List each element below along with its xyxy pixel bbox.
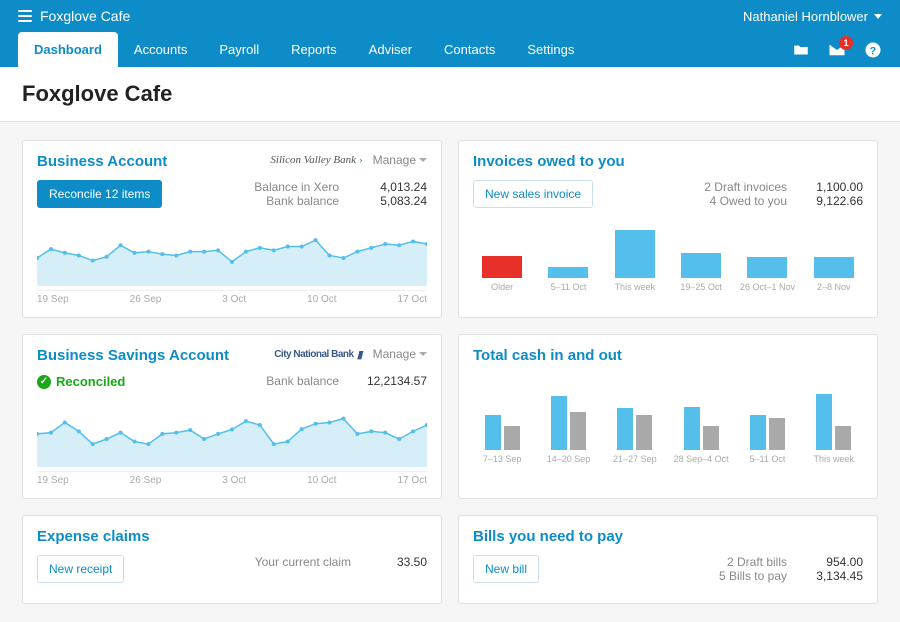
tab-settings[interactable]: Settings bbox=[511, 32, 590, 67]
new-sales-invoice-button[interactable]: New sales invoice bbox=[473, 180, 593, 208]
chart-x-axis: 19 Sep 26 Sep 3 Oct 10 Oct 17 Oct bbox=[37, 290, 427, 305]
org-switcher[interactable]: Foxglove Cafe bbox=[18, 8, 130, 24]
card-title-link[interactable]: Invoices owed to you bbox=[473, 153, 625, 170]
balances: Bank balance 12,2134.57 bbox=[266, 374, 427, 388]
manage-button[interactable]: Manage bbox=[373, 347, 427, 361]
account-sparkline-chart bbox=[37, 216, 427, 286]
bank-balance-value: 5,083.24 bbox=[357, 194, 427, 208]
bills-to-pay-label: 5 Bills to pay bbox=[719, 569, 787, 583]
folder-icon[interactable] bbox=[792, 41, 810, 59]
top-navigation: Foxglove Cafe Nathaniel Hornblower Dashb… bbox=[0, 0, 900, 67]
manage-button[interactable]: Manage bbox=[373, 153, 427, 167]
bill-stats: 2 Draft bills 954.00 5 Bills to pay 3,134.… bbox=[719, 555, 863, 583]
tab-adviser[interactable]: Adviser bbox=[353, 32, 428, 67]
bank-balance-label: Bank balance bbox=[266, 374, 339, 388]
bank-logo: Silicon Valley Bank› bbox=[270, 154, 362, 166]
new-receipt-button[interactable]: New receipt bbox=[37, 555, 124, 583]
reconcile-button[interactable]: Reconcile 12 items bbox=[37, 180, 162, 208]
chevron-down-icon bbox=[419, 352, 427, 356]
tab-accounts[interactable]: Accounts bbox=[118, 32, 203, 67]
primary-tabs: Dashboard Accounts Payroll Reports Advis… bbox=[18, 32, 590, 67]
card-title-link[interactable]: Business Account bbox=[37, 153, 167, 170]
card-savings-account: Business Savings Account City National B… bbox=[22, 334, 442, 499]
card-bills-to-pay: Bills you need to pay New bill 2 Draft b… bbox=[458, 515, 878, 604]
dashboard-grid: Business Account Silicon Valley Bank› Ma… bbox=[0, 122, 900, 622]
current-claim-value: 33.50 bbox=[367, 555, 427, 569]
tab-contacts[interactable]: Contacts bbox=[428, 32, 511, 67]
user-menu[interactable]: Nathaniel Hornblower bbox=[743, 9, 882, 24]
page-title-bar: Foxglove Cafe bbox=[0, 67, 900, 122]
owed-value: 9,122.66 bbox=[803, 194, 863, 208]
bank-balance-value: 12,2134.57 bbox=[357, 374, 427, 388]
tab-payroll[interactable]: Payroll bbox=[203, 32, 275, 67]
draft-bills-value: 954.00 bbox=[803, 555, 863, 569]
owed-label: 4 Owed to you bbox=[710, 194, 787, 208]
card-cash-in-out: Total cash in and out 7–13 Sep14–20 Sep2… bbox=[458, 334, 878, 499]
draft-invoices-value: 1,100.00 bbox=[803, 180, 863, 194]
help-icon[interactable]: ? bbox=[864, 41, 882, 59]
card-business-account: Business Account Silicon Valley Bank› Ma… bbox=[22, 140, 442, 318]
card-invoices-owed: Invoices owed to you New sales invoice 2… bbox=[458, 140, 878, 318]
bills-to-pay-value: 3,134.45 bbox=[803, 569, 863, 583]
card-title-link[interactable]: Total cash in and out bbox=[473, 347, 622, 364]
new-bill-button[interactable]: New bill bbox=[473, 555, 539, 583]
current-claim-label: Your current claim bbox=[255, 555, 351, 569]
reconciled-status: Reconciled bbox=[37, 374, 125, 389]
card-title-link[interactable]: Business Savings Account bbox=[37, 347, 229, 364]
tab-reports[interactable]: Reports bbox=[275, 32, 353, 67]
cashflow-bar-chart: 7–13 Sep14–20 Sep21–27 Sep28 Sep–4 Oct5–… bbox=[473, 374, 863, 464]
expense-stats: Your current claim 33.50 bbox=[255, 555, 427, 569]
savings-sparkline-chart bbox=[37, 397, 427, 467]
balances: Balance in Xero 4,013.24 Bank balance 5,08… bbox=[254, 180, 427, 208]
invoices-bar-chart: Older5–11 OctThis week19–25 Oct26 Oct–1 … bbox=[473, 216, 863, 292]
balance-xero-label: Balance in Xero bbox=[254, 180, 339, 194]
card-title-link[interactable]: Bills you need to pay bbox=[473, 528, 623, 545]
notification-badge: 1 bbox=[839, 36, 853, 50]
draft-bills-label: 2 Draft bills bbox=[727, 555, 787, 569]
chart-x-axis: 19 Sep 26 Sep 3 Oct 10 Oct 17 Oct bbox=[37, 471, 427, 486]
draft-invoices-label: 2 Draft invoices bbox=[704, 180, 787, 194]
check-icon bbox=[37, 375, 51, 389]
bank-logo: City National Bank▮ bbox=[274, 348, 362, 361]
card-title-link[interactable]: Expense claims bbox=[37, 528, 150, 545]
org-name-label: Foxglove Cafe bbox=[40, 8, 130, 24]
page-title: Foxglove Cafe bbox=[22, 81, 878, 107]
invoice-stats: 2 Draft invoices 1,100.00 4 Owed to you 9,… bbox=[704, 180, 863, 208]
tab-dashboard[interactable]: Dashboard bbox=[18, 32, 118, 67]
chevron-down-icon bbox=[874, 14, 882, 19]
user-name-label: Nathaniel Hornblower bbox=[743, 9, 868, 24]
card-expense-claims: Expense claims New receipt Your current … bbox=[22, 515, 442, 604]
bank-balance-label: Bank balance bbox=[266, 194, 339, 208]
menu-icon bbox=[18, 10, 32, 22]
balance-xero-value: 4,013.24 bbox=[357, 180, 427, 194]
chevron-down-icon bbox=[419, 158, 427, 162]
mail-icon[interactable]: 1 bbox=[828, 41, 846, 59]
svg-text:?: ? bbox=[870, 45, 876, 57]
